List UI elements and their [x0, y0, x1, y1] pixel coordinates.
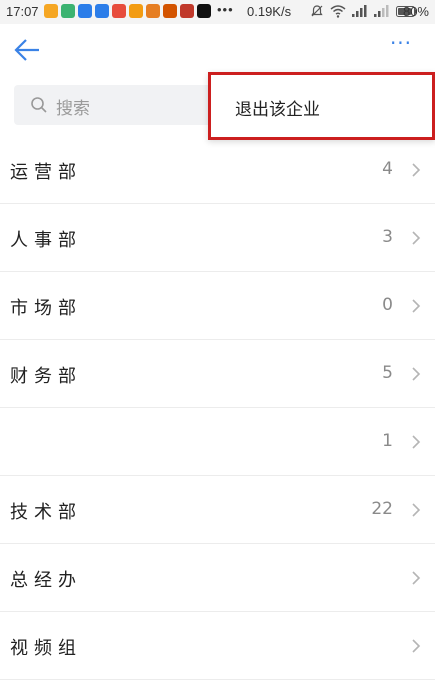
back-arrow-icon[interactable] [12, 36, 42, 64]
department-list: 运营部 4 人事部 3 市场部 0 财务部 5 1 技术部 22 总经办视频组 [0, 136, 435, 680]
app-icon-6 [129, 4, 143, 18]
status-more-indicator: ••• [217, 2, 234, 17]
app-icon-3 [78, 4, 92, 18]
department-row[interactable]: 市场部 0 [0, 272, 435, 340]
search-placeholder: 搜索 [56, 99, 90, 119]
search-icon [31, 97, 47, 113]
chevron-right-icon [412, 231, 421, 245]
alarm-off-icon [311, 5, 323, 17]
signal-icon [352, 5, 367, 17]
department-row[interactable]: 技术部 22 [0, 476, 435, 544]
department-row[interactable]: 总经办 [0, 544, 435, 612]
app-icon-4 [95, 4, 109, 18]
app-icon-1 [44, 4, 58, 18]
chevron-right-icon [412, 503, 421, 517]
chevron-right-icon [412, 163, 421, 177]
status-time: 17:07 [6, 4, 39, 19]
department-name: 财务部 [10, 366, 82, 387]
department-row[interactable]: 运营部 4 [0, 136, 435, 204]
chevron-right-icon [412, 435, 421, 449]
network-speed: 0.19K/s [247, 4, 292, 19]
department-row[interactable]: 财务部 5 [0, 340, 435, 408]
more-options-button[interactable]: ··· [386, 33, 416, 58]
status-system-icons [310, 4, 418, 18]
overflow-menu: 退出该企业 [208, 72, 435, 140]
department-name: 技术部 [10, 502, 82, 523]
battery-percent: 80% [402, 4, 429, 19]
department-name: 人事部 [10, 230, 82, 251]
chevron-right-icon [412, 639, 421, 653]
app-icon-5 [112, 4, 126, 18]
signal-icon-2 [374, 5, 389, 17]
department-member-count: 1 [382, 431, 393, 451]
department-member-count: 0 [382, 295, 393, 315]
department-member-count: 5 [382, 363, 393, 383]
department-member-count: 4 [382, 159, 393, 179]
department-name: 视频组 [10, 638, 82, 659]
department-member-count: 3 [382, 227, 393, 247]
app-icon-8 [163, 4, 177, 18]
app-icon-7 [146, 4, 160, 18]
chevron-right-icon [412, 571, 421, 585]
department-row[interactable]: 人事部 3 [0, 204, 435, 272]
department-member-count: 22 [371, 499, 393, 519]
leave-enterprise-menu-item[interactable]: 退出该企业 [235, 95, 320, 120]
chevron-right-icon [412, 367, 421, 381]
department-name: 市场部 [10, 298, 82, 319]
chevron-right-icon [412, 299, 421, 313]
app-icon-2 [61, 4, 75, 18]
app-icon-9 [180, 4, 194, 18]
app-icon-10 [197, 4, 211, 18]
notification-icons [44, 4, 211, 18]
wifi-icon [330, 5, 346, 18]
department-name: 总经办 [10, 570, 82, 591]
department-row[interactable]: 视频组 [0, 612, 435, 680]
status-bar: 17:07 ••• 0.19K/s 80% [0, 0, 435, 24]
department-name: 运营部 [10, 162, 82, 183]
department-row[interactable]: 1 [0, 408, 435, 476]
